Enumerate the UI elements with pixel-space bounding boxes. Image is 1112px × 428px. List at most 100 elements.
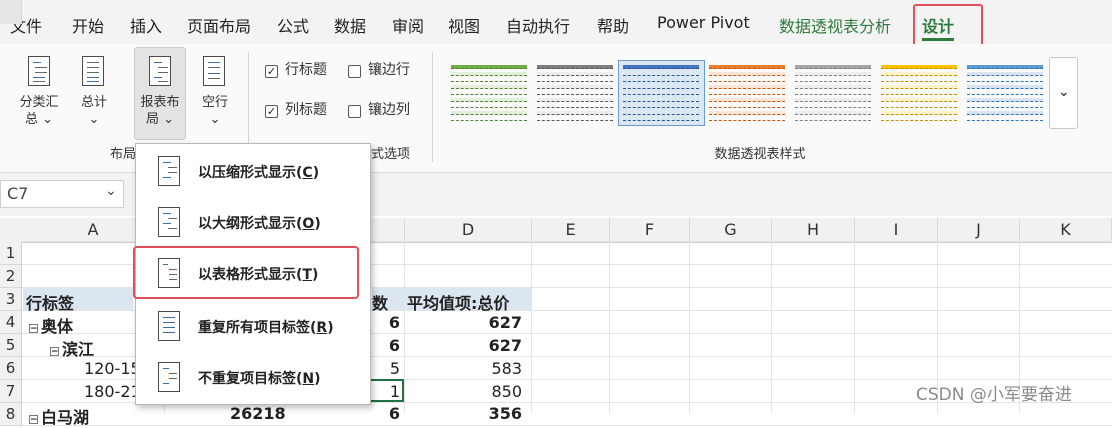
- cell-b8[interactable]: 26218: [230, 404, 286, 423]
- cell-a8[interactable]: − 白马湖: [29, 404, 89, 428]
- column-header-g[interactable]: G: [690, 218, 772, 242]
- gallery-more-button[interactable]: ⌄: [1049, 57, 1078, 129]
- cell-a3[interactable]: 行标签: [26, 290, 74, 314]
- style-row: [709, 97, 785, 102]
- cell-a7[interactable]: 180-21: [84, 382, 141, 401]
- cell-a5[interactable]: − 滨江: [50, 336, 94, 360]
- collapse-icon[interactable]: −: [29, 415, 38, 425]
- column-header-f[interactable]: F: [610, 218, 690, 242]
- row-header-6[interactable]: 6: [0, 357, 22, 380]
- report-layout-label-2: 局 ⌄: [145, 112, 175, 127]
- banded-columns-checkbox[interactable]: [348, 105, 361, 118]
- menu-item-label: 不重复项目标签(N): [198, 371, 321, 387]
- tab-automate[interactable]: 自动执行: [506, 13, 570, 37]
- pivot-style-thumbnail[interactable]: [533, 61, 617, 123]
- tab-home[interactable]: 开始: [72, 13, 104, 37]
- style-row: [967, 65, 1043, 69]
- gridline-v: [689, 242, 690, 413]
- cell-a5-text: 滨江: [62, 340, 95, 359]
- report-layout-label: 报表布 局 ⌄: [134, 94, 186, 128]
- cell-a6[interactable]: 120-15: [84, 359, 141, 378]
- style-row: [537, 110, 613, 115]
- row-header-2[interactable]: 2: [0, 265, 22, 288]
- blank-rows-button[interactable]: 空行 ⌄: [192, 94, 238, 128]
- style-row: [451, 117, 527, 121]
- tab-insert[interactable]: 插入: [130, 13, 162, 37]
- tab-view[interactable]: 视图: [448, 13, 480, 37]
- tab-power-pivot[interactable]: Power Pivot: [657, 13, 750, 32]
- style-row: [451, 110, 527, 115]
- style-row: [537, 117, 613, 121]
- tab-data[interactable]: 数据: [334, 13, 366, 37]
- menu-item-outline-form[interactable]: 以大纲形式显示(O): [136, 197, 370, 247]
- blank-rows-label: 空行: [201, 95, 228, 110]
- row-header-4[interactable]: 4: [0, 311, 22, 334]
- select-all-corner[interactable]: [0, 0, 22, 24]
- outline-form-icon: [158, 207, 180, 237]
- cell-d8[interactable]: 356: [430, 404, 522, 423]
- gridline-v: [609, 242, 610, 413]
- style-row: [795, 78, 871, 82]
- style-row: [881, 65, 957, 69]
- subtotals-icon: [28, 56, 50, 86]
- pivot-style-thumbnail[interactable]: [877, 61, 961, 123]
- column-header-e[interactable]: E: [532, 218, 610, 242]
- pivot-style-thumbnail[interactable]: [619, 61, 703, 123]
- menu-item-compact-form[interactable]: 以压缩形式显示(C): [136, 146, 370, 196]
- style-row: [451, 104, 527, 108]
- cell-c8[interactable]: 6: [340, 404, 400, 423]
- style-row: [623, 78, 699, 82]
- collapse-icon[interactable]: −: [29, 324, 38, 334]
- column-header-h[interactable]: H: [772, 218, 855, 242]
- subtotals-button[interactable]: 分类汇 总 ⌄: [10, 94, 68, 128]
- row-header-3[interactable]: 3: [0, 288, 22, 311]
- style-row: [537, 97, 613, 102]
- tab-review[interactable]: 审阅: [392, 13, 424, 37]
- style-row: [537, 65, 613, 69]
- cell-d4[interactable]: 627: [430, 313, 522, 332]
- style-row: [881, 97, 957, 102]
- style-row: [967, 117, 1043, 121]
- style-row: [537, 91, 613, 95]
- menu-item-do-not-repeat-labels[interactable]: 不重复项目标签(N): [136, 352, 370, 402]
- cell-d6[interactable]: 583: [430, 359, 522, 378]
- column-header-k[interactable]: K: [1020, 218, 1112, 242]
- cell-a4[interactable]: − 奥体: [29, 313, 73, 337]
- cell-d7[interactable]: 850: [430, 382, 522, 401]
- row-headers-checkbox[interactable]: ✓: [265, 65, 278, 78]
- tab-pivottable-analyze[interactable]: 数据透视表分析: [779, 13, 891, 37]
- pivot-style-thumbnail[interactable]: [963, 61, 1047, 123]
- row-header-1[interactable]: 1: [0, 242, 22, 265]
- style-row: [967, 71, 1043, 76]
- column-header-d[interactable]: D: [405, 218, 532, 242]
- name-box-dropdown-icon[interactable]: ⌄: [105, 183, 117, 199]
- row-header-5[interactable]: 5: [0, 334, 22, 357]
- cell-d3[interactable]: 平均值项:总价: [407, 290, 509, 314]
- cell-c3[interactable]: 数: [372, 290, 388, 314]
- tab-formulas[interactable]: 公式: [277, 13, 309, 37]
- row-header-8[interactable]: 8: [0, 403, 22, 426]
- cell-a8-text: 白马湖: [41, 408, 90, 427]
- cell-d5[interactable]: 627: [430, 336, 522, 355]
- collapse-icon[interactable]: −: [50, 347, 59, 357]
- tab-help[interactable]: 帮助: [597, 13, 629, 37]
- layout-group-label: 布局: [109, 147, 136, 162]
- banded-rows-checkbox[interactable]: [348, 65, 361, 78]
- style-row: [967, 91, 1043, 95]
- style-row: [881, 117, 957, 121]
- pivot-style-thumbnail[interactable]: [705, 61, 789, 123]
- style-row: [795, 71, 871, 76]
- name-box[interactable]: C7 ⌄: [0, 180, 124, 208]
- column-header-i[interactable]: I: [855, 218, 938, 242]
- menu-item-repeat-all-labels[interactable]: 重复所有项目标签(R): [136, 301, 370, 351]
- row-header-7[interactable]: 7: [0, 380, 22, 403]
- column-header-j[interactable]: J: [938, 218, 1020, 242]
- pivot-style-thumbnail[interactable]: [447, 61, 531, 123]
- style-row: [967, 110, 1043, 115]
- grand-totals-button[interactable]: 总计 ⌄: [72, 94, 116, 128]
- tab-page-layout[interactable]: 页面布局: [187, 13, 251, 37]
- style-row: [623, 110, 699, 115]
- column-headers-checkbox[interactable]: ✓: [265, 105, 278, 118]
- style-row: [623, 71, 699, 76]
- pivot-style-thumbnail[interactable]: [791, 61, 875, 123]
